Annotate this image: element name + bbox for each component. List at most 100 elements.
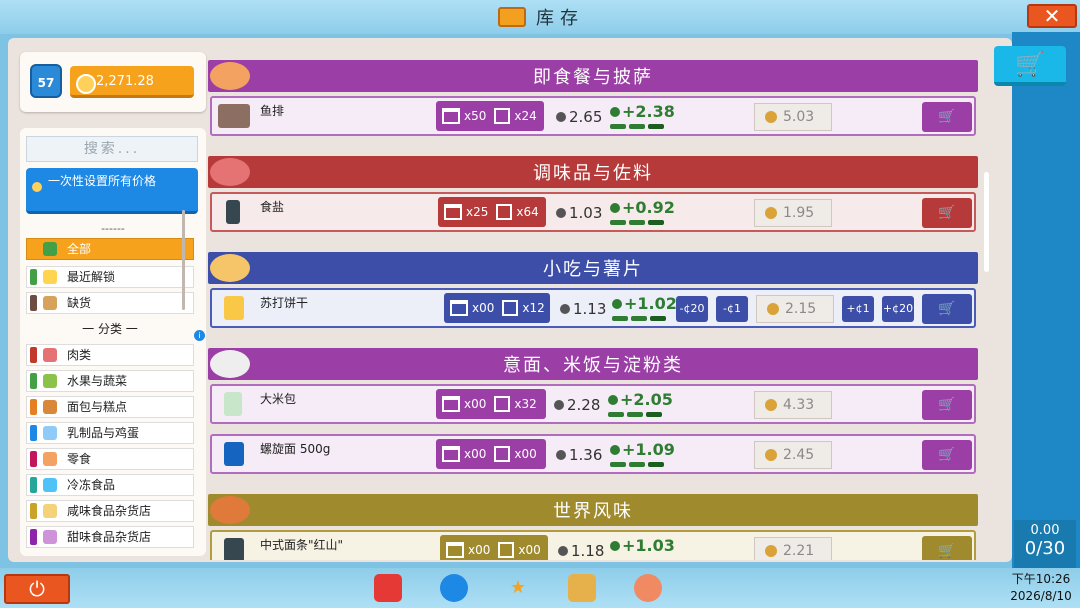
category-title: 小吃与薯片	[543, 259, 643, 280]
shopping-bag-icon[interactable]	[374, 574, 402, 602]
market-value: +0.92	[622, 198, 675, 217]
category-label: 零食	[67, 452, 92, 466]
cart-summary: 0.00 0/30	[1014, 520, 1076, 568]
shelf-icon	[442, 396, 460, 412]
category-meat[interactable]: 肉类	[26, 344, 194, 366]
product-name: 鱼排	[260, 104, 285, 118]
category-label: 水果与蔬菜	[67, 374, 128, 388]
money-display: 2,271.28	[70, 66, 194, 98]
category-snacks[interactable]: 零食	[26, 448, 194, 470]
box-icon	[496, 204, 513, 220]
bread-icon	[43, 400, 57, 414]
market-price: +0.92	[610, 198, 675, 225]
increase-20-button[interactable]: +¢20	[882, 296, 914, 322]
staff-icon[interactable]	[634, 574, 662, 602]
filter-out-of-stock[interactable]: 缺货	[26, 292, 194, 314]
market-value: +2.38	[622, 102, 675, 121]
price-input[interactable]: 2.45	[754, 441, 832, 469]
category-salty-grocery[interactable]: 咸味食品杂货店	[26, 500, 194, 522]
add-to-cart-button[interactable]: 🛒	[922, 440, 972, 470]
category-sweet-grocery[interactable]: 甜味食品杂货店	[26, 526, 194, 548]
stock-counts: x00 x12	[444, 293, 550, 323]
add-to-cart-button[interactable]: 🛒	[922, 102, 972, 132]
filter-recently-unlocked[interactable]: 最近解锁	[26, 266, 194, 288]
stock-counts: x00 x00	[440, 535, 548, 560]
shelf-count: x00	[468, 543, 491, 557]
search-input[interactable]: 搜索...	[26, 136, 198, 162]
cart-icon: 🛒	[938, 301, 956, 317]
shelf-icon	[450, 300, 468, 316]
category-dairy-eggs[interactable]: 乳制品与鸡蛋	[26, 422, 194, 444]
star-icon[interactable]: ★	[504, 574, 532, 602]
price-input[interactable]: 2.15	[756, 295, 834, 323]
player-stats: 57 2,271.28	[20, 52, 206, 112]
shelf-icon	[442, 108, 460, 124]
category-header-snacks: 小吃与薯片	[208, 252, 978, 284]
color-bar	[30, 451, 37, 467]
increase-1-button[interactable]: +¢1	[842, 296, 874, 322]
decrease-20-button[interactable]: -¢20	[676, 296, 708, 322]
clock-time: 下午10:26	[1011, 572, 1071, 586]
cost-value: 1.03	[569, 204, 603, 222]
add-to-cart-button[interactable]: 🛒	[922, 294, 972, 324]
filter-scrollbar[interactable]	[182, 210, 185, 310]
add-to-cart-button[interactable]: 🛒	[922, 198, 972, 228]
category-label: 肉类	[67, 348, 92, 362]
market-value: +1.09	[622, 440, 675, 459]
close-button[interactable]: ✕	[1027, 4, 1077, 28]
product-row: 食盐 x25 x64 1.03 +0.92 1.95 🛒	[210, 192, 976, 232]
category-title: 世界风味	[553, 501, 633, 522]
product-row: 中式面条"红山" x00 x00 1.18 +1.03 2.21 🛒	[210, 530, 976, 560]
settings-icon[interactable]	[440, 574, 468, 602]
color-bar	[30, 399, 37, 415]
product-name: 中式面条"红山"	[260, 538, 344, 552]
stock-counts: x50 x24	[436, 101, 544, 131]
category-header-condiments: 调味品与佐料	[208, 156, 978, 188]
market-price: +1.03	[610, 536, 675, 555]
snack-icon	[43, 452, 57, 466]
decrease-1-button[interactable]: -¢1	[716, 296, 748, 322]
filter-all[interactable]: 全部	[26, 238, 194, 260]
category-label: 乳制品与鸡蛋	[67, 426, 140, 440]
cost-value: 1.13	[573, 300, 607, 318]
add-to-cart-button[interactable]: 🛒	[922, 390, 972, 420]
clock-date: 2026/8/10	[1010, 589, 1072, 603]
product-name: 苏打饼干	[260, 296, 309, 310]
window-title: 库存	[498, 4, 584, 30]
price-input[interactable]: 5.03	[754, 103, 832, 131]
shelf-icon	[442, 446, 460, 462]
category-label: 咸味食品杂货店	[67, 504, 152, 518]
price-input[interactable]: 4.33	[754, 391, 832, 419]
category-title: 意面、米饭与淀粉类	[503, 355, 683, 376]
price-input[interactable]: 1.95	[754, 199, 832, 227]
add-to-cart-button[interactable]: 🛒	[922, 536, 972, 560]
color-bar	[30, 295, 37, 311]
power-button[interactable]: ⏻	[4, 574, 70, 604]
sweet-icon	[43, 530, 57, 544]
set-all-prices-button[interactable]: 一次性设置所有价格	[26, 168, 198, 214]
shelf-count: x50	[464, 109, 487, 123]
category-header-world-cuisine: 世界风味	[208, 494, 978, 526]
category-label: 甜味食品杂货店	[67, 530, 152, 544]
product-row: 苏打饼干 x00 x12 1.13 +1.02 -¢20 -¢1 2.15 +¢…	[210, 288, 976, 328]
profit-indicator	[610, 462, 664, 467]
meat-icon	[43, 348, 57, 362]
sparkle-icon	[43, 270, 57, 284]
price-input[interactable]: 2.21	[754, 537, 832, 560]
category-frozen[interactable]: 冷冻食品	[26, 474, 194, 496]
cost-value: 1.18	[571, 542, 605, 560]
window-title-text: 库存	[536, 8, 584, 29]
product-name: 食盐	[260, 200, 285, 214]
unit-cost: 2.28	[554, 396, 600, 414]
category-fruit-vegetables[interactable]: 水果与蔬菜	[26, 370, 194, 392]
box-icon	[494, 396, 511, 412]
product-list-scrollbar[interactable]	[984, 172, 989, 272]
unit-cost: 1.18	[558, 542, 604, 560]
market-value: +1.02	[624, 294, 677, 313]
cart-button[interactable]: 🛒	[994, 46, 1066, 86]
boxes-icon[interactable]	[568, 574, 596, 602]
box-icon	[498, 542, 515, 558]
market-price: +2.05	[608, 390, 673, 417]
info-icon[interactable]: i	[194, 330, 205, 341]
category-bread-pastry[interactable]: 面包与糕点	[26, 396, 194, 418]
